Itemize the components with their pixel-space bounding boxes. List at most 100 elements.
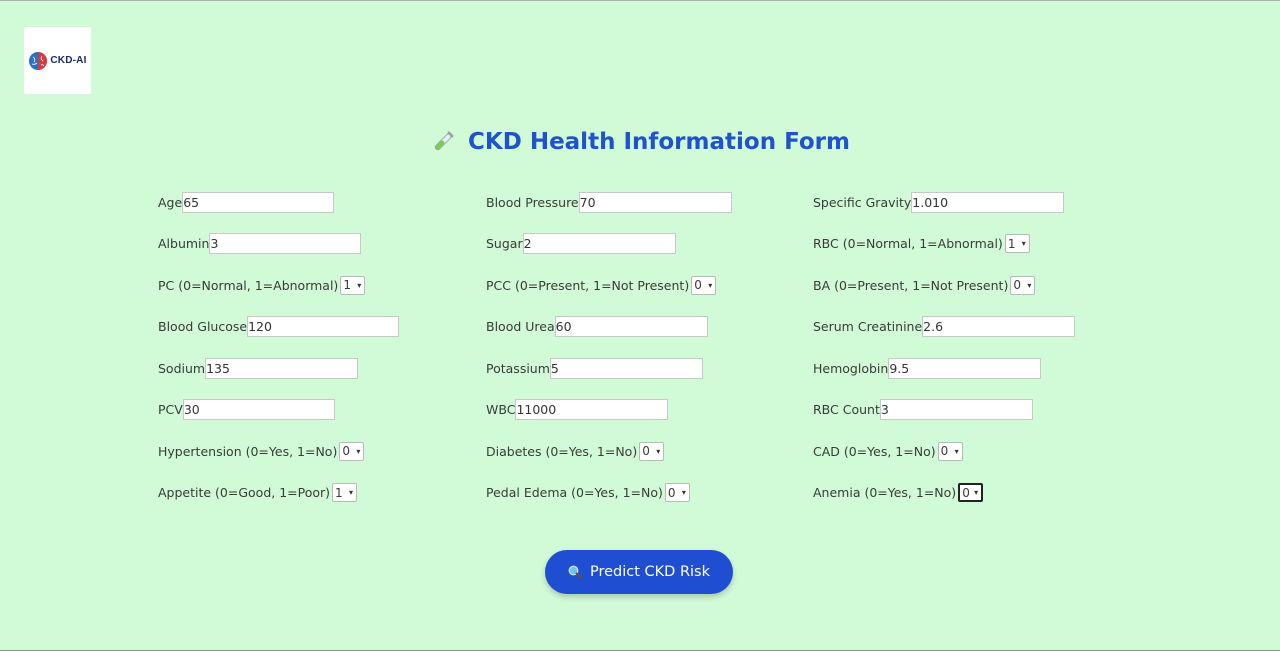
age-field: Age bbox=[158, 191, 335, 213]
hypertension-select-value: 0 bbox=[342, 444, 350, 458]
blood-glucose-field: Blood Glucose bbox=[158, 316, 400, 338]
chevron-down-icon: ▾ bbox=[974, 488, 979, 497]
blood-pressure-field: Blood Pressure bbox=[486, 191, 732, 213]
albumin-input[interactable] bbox=[209, 233, 362, 254]
health-form: Age Blood Pressure Specific Gravity Albumin… bbox=[158, 191, 1138, 523]
cad-select[interactable]: 0 ▾ bbox=[937, 441, 963, 461]
rbc-label: RBC (0=Normal, 1=Abnormal) bbox=[813, 236, 1003, 251]
blood-urea-input[interactable] bbox=[554, 316, 708, 337]
pcv-field: PCV bbox=[158, 399, 335, 421]
anemia-select[interactable]: 0 ▾ bbox=[958, 483, 984, 502]
specific-gravity-input[interactable] bbox=[911, 191, 1065, 213]
cad-field: CAD (0=Yes, 1=No) 0 ▾ bbox=[813, 440, 963, 462]
rbc-field: RBC (0=Normal, 1=Abnormal) 1 ▾ bbox=[813, 233, 1030, 255]
potassium-input[interactable] bbox=[549, 357, 703, 379]
hypertension-label: Hypertension (0=Yes, 1=No) bbox=[158, 443, 338, 459]
anemia-field: Anemia (0=Yes, 1=No) 0 ▾ bbox=[813, 482, 984, 504]
albumin-label: Albumin bbox=[158, 236, 210, 251]
pcc-label: PCC (0=Present, 1=Not Present) bbox=[486, 277, 690, 293]
hemoglobin-input[interactable] bbox=[888, 357, 1042, 379]
page: CKD-AI CKD Health Information Form Age Bl… bbox=[0, 0, 1280, 651]
form-row: AlbuminSugarRBC (0=Normal, 1=Abnormal)1▾ bbox=[158, 233, 1138, 275]
chevron-down-icon: ▾ bbox=[954, 446, 959, 456]
diabetes-field: Diabetes (0=Yes, 1=No) 0 ▾ bbox=[486, 440, 665, 462]
blood-urea-field: Blood Urea bbox=[486, 316, 708, 338]
sugar-input[interactable] bbox=[522, 233, 676, 254]
rbc-count-field: RBC Count bbox=[813, 399, 1033, 421]
chevron-down-icon: ▾ bbox=[357, 280, 362, 290]
potassium-field: Potassium bbox=[486, 357, 703, 379]
pc-field: PC (0=Normal, 1=Abnormal) 1 ▾ bbox=[158, 274, 366, 296]
age-input[interactable] bbox=[182, 191, 335, 213]
appetite-select[interactable]: 1 ▾ bbox=[332, 483, 358, 502]
sugar-field: Sugar bbox=[486, 233, 676, 255]
pcv-label: PCV bbox=[158, 402, 183, 417]
pc-label: PC (0=Normal, 1=Abnormal) bbox=[158, 277, 339, 293]
cad-select-value: 0 bbox=[940, 444, 949, 458]
pedal-edema-select[interactable]: 0 ▾ bbox=[664, 483, 690, 502]
blood-urea-label: Blood Urea bbox=[486, 319, 555, 334]
albumin-field: Albumin bbox=[158, 233, 362, 255]
age-label: Age bbox=[158, 194, 183, 210]
diabetes-label: Diabetes (0=Yes, 1=No) bbox=[486, 443, 638, 459]
chevron-down-icon: ▾ bbox=[1027, 280, 1032, 290]
form-row: Hypertension (0=Yes, 1=No) 0 ▾ Diabetes (0=… bbox=[158, 440, 1138, 482]
hypertension-field: Hypertension (0=Yes, 1=No) 0 ▾ bbox=[158, 440, 365, 462]
chevron-down-icon: ▾ bbox=[1021, 239, 1026, 248]
predict-button[interactable]: Predict CKD Risk bbox=[545, 550, 733, 594]
specific-gravity-label: Specific Gravity bbox=[813, 194, 912, 210]
test-tube-icon bbox=[434, 131, 454, 151]
page-title: CKD Health Information Form bbox=[468, 129, 850, 155]
rbc-count-input[interactable] bbox=[879, 399, 1033, 420]
chevron-down-icon: ▾ bbox=[708, 280, 713, 290]
wbc-field: WBC bbox=[486, 399, 669, 421]
blood-glucose-input[interactable] bbox=[247, 316, 400, 337]
chevron-down-icon: ▾ bbox=[349, 488, 354, 497]
form-row: Blood Glucose Blood Urea Serum Creatinine bbox=[158, 316, 1138, 358]
pcc-select-value: 0 bbox=[694, 278, 702, 292]
sodium-input[interactable] bbox=[205, 357, 359, 379]
potassium-label: Potassium bbox=[486, 360, 550, 376]
chevron-down-icon: ▾ bbox=[656, 446, 661, 456]
ba-field: BA (0=Present, 1=Not Present) 0 ▾ bbox=[813, 274, 1036, 296]
diabetes-select[interactable]: 0 ▾ bbox=[639, 441, 665, 461]
pedal-edema-select-value: 0 bbox=[667, 485, 676, 500]
wbc-input[interactable] bbox=[515, 399, 669, 420]
sodium-field: Sodium bbox=[158, 357, 359, 379]
form-row: Sodium Potassium Hemoglobin bbox=[158, 357, 1138, 399]
search-icon bbox=[568, 565, 582, 579]
cad-label: CAD (0=Yes, 1=No) bbox=[813, 443, 936, 459]
predict-button-label: Predict CKD Risk bbox=[589, 564, 710, 580]
sugar-label: Sugar bbox=[486, 236, 523, 251]
ba-label: BA (0=Present, 1=Not Present) bbox=[813, 277, 1009, 293]
serum-creatinine-field: Serum Creatinine bbox=[813, 316, 1076, 338]
pcc-field: PCC (0=Present, 1=Not Present) 0 ▾ bbox=[486, 274, 717, 296]
pcv-input[interactable] bbox=[182, 399, 335, 420]
blood-glucose-label: Blood Glucose bbox=[158, 319, 248, 334]
blood-pressure-input[interactable] bbox=[578, 191, 732, 213]
serum-creatinine-label: Serum Creatinine bbox=[813, 319, 923, 334]
blood-pressure-label: Blood Pressure bbox=[486, 194, 579, 210]
rbc-count-label: RBC Count bbox=[813, 402, 880, 417]
rbc-select-value: 1 bbox=[1007, 236, 1016, 251]
logo[interactable]: CKD-AI bbox=[24, 27, 91, 94]
form-header: CKD Health Information Form bbox=[0, 129, 1280, 155]
appetite-select-value: 1 bbox=[335, 485, 343, 500]
pcc-select[interactable]: 0 ▾ bbox=[691, 275, 717, 295]
rbc-select[interactable]: 1 ▾ bbox=[1004, 234, 1030, 253]
pedal-edema-field: Pedal Edema (0=Yes, 1=No) 0 ▾ bbox=[486, 482, 690, 504]
diabetes-select-value: 0 bbox=[642, 444, 650, 458]
form-row: PC (0=Normal, 1=Abnormal) 1 ▾ PCC (0=Presen… bbox=[158, 274, 1138, 316]
anemia-select-value: 0 bbox=[962, 485, 970, 500]
pedal-edema-label: Pedal Edema (0=Yes, 1=No) bbox=[486, 485, 663, 500]
pc-select[interactable]: 1 ▾ bbox=[340, 275, 366, 295]
hemoglobin-field: Hemoglobin bbox=[813, 357, 1042, 379]
hypertension-select[interactable]: 0 ▾ bbox=[339, 441, 365, 461]
pc-select-value: 1 bbox=[343, 278, 351, 292]
ba-select[interactable]: 0 ▾ bbox=[1010, 275, 1036, 295]
hemoglobin-label: Hemoglobin bbox=[813, 360, 889, 376]
specific-gravity-field: Specific Gravity bbox=[813, 191, 1065, 213]
serum-creatinine-input[interactable] bbox=[922, 316, 1076, 337]
ba-select-value: 0 bbox=[1013, 278, 1021, 292]
form-row: Age Blood Pressure Specific Gravity bbox=[158, 191, 1138, 233]
